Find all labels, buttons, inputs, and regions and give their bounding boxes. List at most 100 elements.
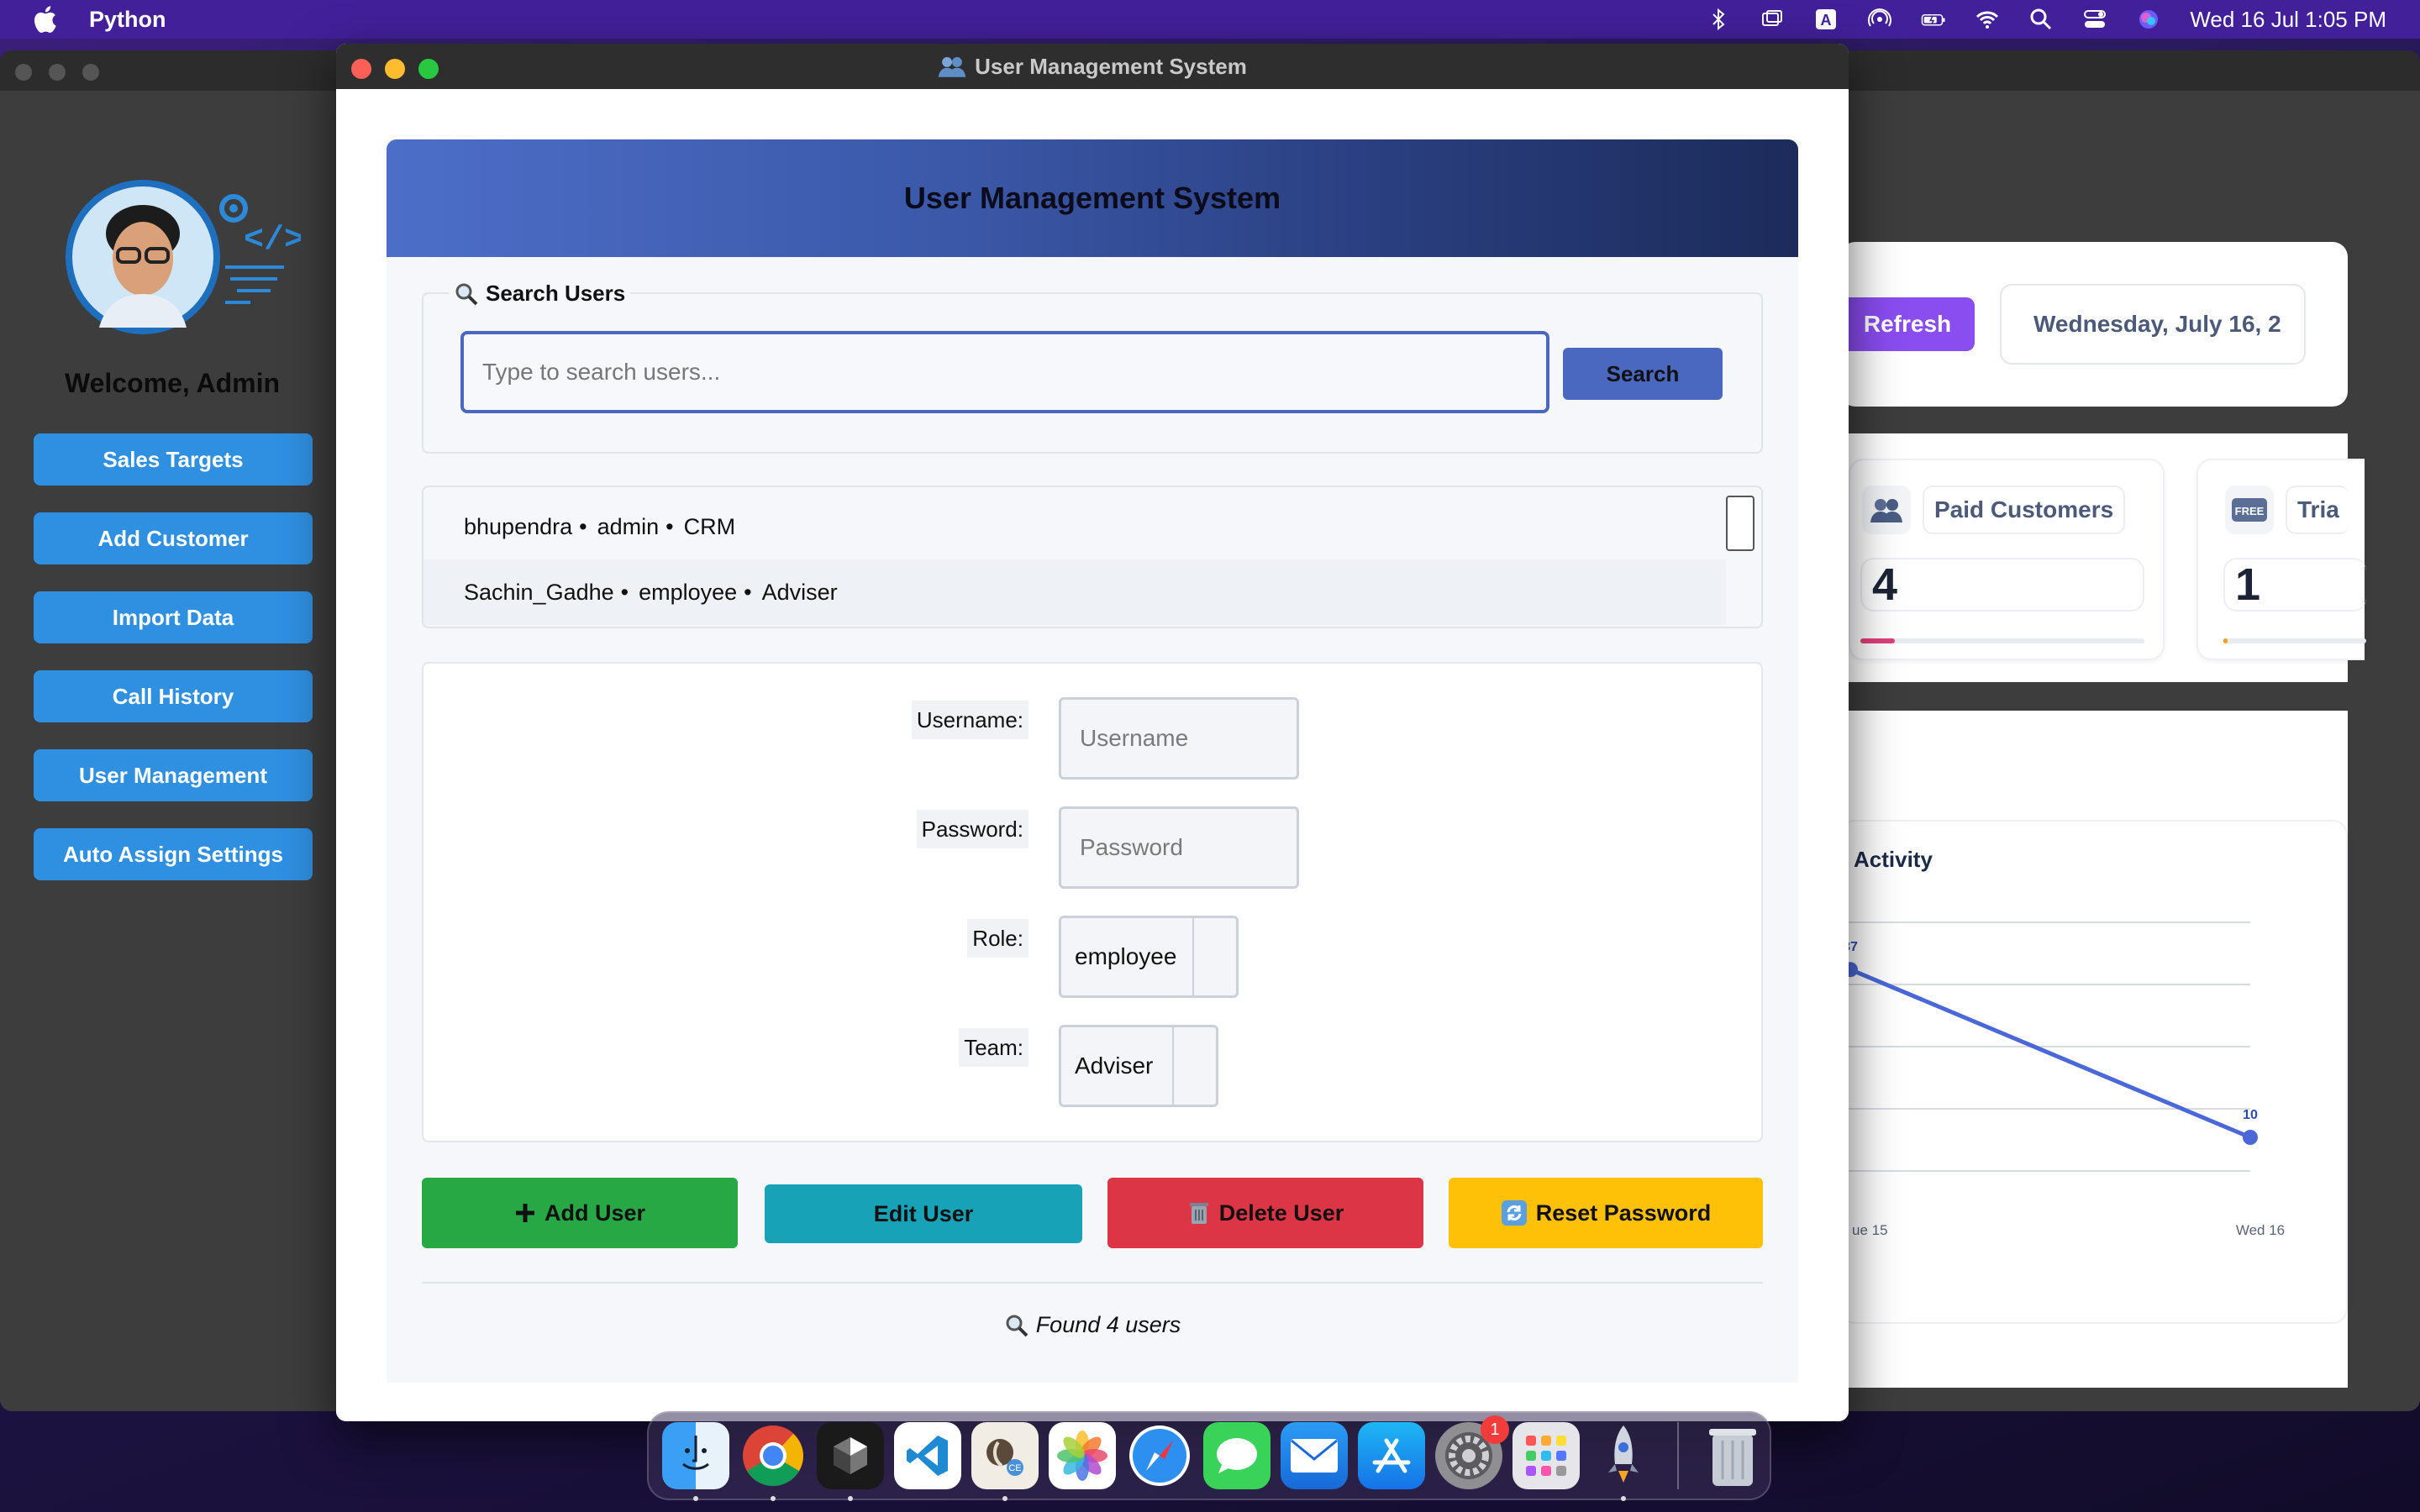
zoom-window-button[interactable]	[418, 59, 439, 79]
dashboard-sidebar: </> Welcome, Admin Sales Targets Add Cus…	[0, 91, 345, 1401]
zoom-button[interactable]	[82, 64, 99, 81]
code-icon: </>	[244, 222, 301, 260]
page-title: User Management System	[903, 181, 1281, 215]
input-source-icon[interactable]: A	[1813, 7, 1839, 32]
chart-series: 3710	[1843, 940, 2258, 1145]
chart-series-line	[1849, 967, 2251, 1140]
airdrop-icon[interactable]	[1867, 7, 1892, 32]
bluetooth-icon[interactable]	[1706, 7, 1731, 32]
trash-icon	[1189, 1203, 1208, 1224]
sales-targets-button[interactable]: Sales Targets	[34, 433, 313, 486]
role-select-value: employee	[1075, 943, 1177, 969]
user-management-window: User Management System User Management S…	[336, 44, 1849, 1421]
team-select-arrow[interactable]	[1172, 1027, 1216, 1105]
plus-icon	[515, 1204, 534, 1222]
mail-icon[interactable]	[1281, 1422, 1348, 1489]
divider	[422, 1282, 1763, 1284]
dock-separator	[1677, 1422, 1679, 1489]
stat-card-trial: FREE Tria 1	[2196, 459, 2366, 660]
page-header: User Management System	[387, 139, 1798, 257]
activity-chart: Activity 3710 ue 15 Wed 16	[1842, 847, 2285, 1238]
cloud-app-icon[interactable]: CE	[971, 1422, 1039, 1501]
user-role: employee	[639, 579, 738, 605]
window-titlebar: User Management System	[336, 44, 1849, 89]
running-indicator	[1621, 1496, 1626, 1501]
stat-label: Paid Customers	[1923, 486, 2126, 534]
siri-icon[interactable]	[2136, 7, 2161, 32]
close-button[interactable]	[15, 64, 32, 81]
refresh-button[interactable]: Refresh	[1840, 297, 1975, 351]
role-select-arrow[interactable]	[1192, 918, 1236, 995]
screen-mirroring-icon[interactable]	[1760, 7, 1785, 32]
add-user-button[interactable]: Add User	[422, 1178, 738, 1248]
role-select[interactable]: employee	[1059, 916, 1239, 998]
search-users-group: Search Users Search	[422, 281, 1763, 454]
search-input[interactable]	[460, 331, 1549, 413]
user-management-button[interactable]: User Management	[34, 749, 313, 801]
minimize-button[interactable]	[49, 64, 66, 81]
chart-x-tick-label: ue 15	[1852, 1222, 1888, 1238]
delete-user-label: Delete User	[1218, 1200, 1344, 1226]
control-center-icon[interactable]	[2082, 7, 2107, 32]
username-label: Username:	[911, 701, 1028, 739]
minimize-window-button[interactable]	[385, 59, 405, 79]
app-name[interactable]: Python	[89, 7, 166, 33]
password-field[interactable]	[1059, 806, 1299, 889]
system-settings-icon[interactable]: 1	[1435, 1415, 1509, 1489]
add-user-label: Add User	[544, 1200, 646, 1226]
call-history-button[interactable]: Call History	[34, 670, 313, 722]
photos-icon[interactable]	[1049, 1422, 1116, 1489]
svg-text:CE: CE	[1008, 1463, 1021, 1473]
delete-user-button[interactable]: Delete User	[1107, 1178, 1423, 1248]
auto-assign-settings-button[interactable]: Auto Assign Settings	[34, 828, 313, 880]
stat-label: Tria	[2286, 486, 2349, 534]
dashboard-top-card: Refresh Wednesday, July 16, 2	[1840, 242, 2348, 407]
import-data-button[interactable]: Import Data	[34, 591, 313, 643]
list-item[interactable]: bhupendra • admin • CRM	[424, 494, 1726, 559]
launchpad-icon[interactable]	[1512, 1422, 1580, 1489]
add-customer-button[interactable]: Add Customer	[34, 512, 313, 564]
app-store-icon[interactable]	[1358, 1422, 1425, 1489]
chrome-icon[interactable]	[739, 1422, 807, 1501]
wifi-icon[interactable]	[1975, 7, 2000, 32]
spotlight-search-icon[interactable]	[2028, 7, 2054, 32]
messages-icon[interactable]	[1203, 1422, 1270, 1489]
list-scrollbar-thumb[interactable]	[1726, 496, 1754, 551]
stat-value: 4	[1860, 558, 2144, 612]
finder-icon[interactable]	[662, 1422, 729, 1501]
dashboard-main: Refresh Wednesday, July 16, 2 Paid Custo…	[1840, 193, 2366, 1388]
admin-avatar: </>	[66, 180, 301, 334]
found-users-text: Found 4 users	[1035, 1312, 1181, 1337]
menubar-clock[interactable]: Wed 16 Jul 1:05 PM	[2190, 7, 2386, 33]
apple-logo-icon[interactable]	[32, 5, 57, 34]
running-indicator	[771, 1496, 776, 1501]
reset-password-button[interactable]: Reset Password	[1449, 1178, 1763, 1248]
magnifier-icon	[455, 283, 478, 305]
edit-user-button[interactable]: Edit User	[765, 1184, 1082, 1243]
password-label: Password:	[916, 810, 1028, 848]
battery-icon[interactable]	[1921, 7, 1946, 32]
search-button[interactable]: Search	[1563, 348, 1723, 400]
chart-point[interactable]	[2243, 1130, 2258, 1145]
safari-icon[interactable]	[1126, 1422, 1193, 1489]
user-list[interactable]: bhupendra • admin • CRM Sachin_Gadhe • empl…	[422, 486, 1763, 628]
close-window-button[interactable]	[351, 59, 371, 79]
team-select[interactable]: Adviser	[1059, 1025, 1218, 1107]
cursor-app-icon[interactable]	[817, 1422, 884, 1501]
rocket-app-icon[interactable]	[1590, 1422, 1657, 1501]
user-team: Adviser	[761, 579, 838, 605]
running-indicator	[848, 1496, 853, 1501]
trash-icon[interactable]	[1699, 1422, 1766, 1489]
users-icon	[1862, 486, 1911, 534]
username-field[interactable]	[1059, 697, 1299, 780]
edit-user-label: Edit User	[873, 1200, 974, 1226]
gear-icon	[219, 194, 248, 223]
chart-data-label: 10	[2243, 1108, 2258, 1122]
stat-value: 1	[2223, 558, 2366, 612]
user-team: CRM	[683, 513, 736, 539]
running-indicator	[693, 1496, 698, 1501]
vscode-icon[interactable]	[894, 1422, 961, 1489]
list-item[interactable]: Sachin_Gadhe • employee • Adviser	[424, 559, 1726, 625]
menu-bar: Python A Wed 16 Jul 1:05 PM	[0, 0, 2420, 39]
chart-title: Activity	[1854, 847, 1933, 872]
